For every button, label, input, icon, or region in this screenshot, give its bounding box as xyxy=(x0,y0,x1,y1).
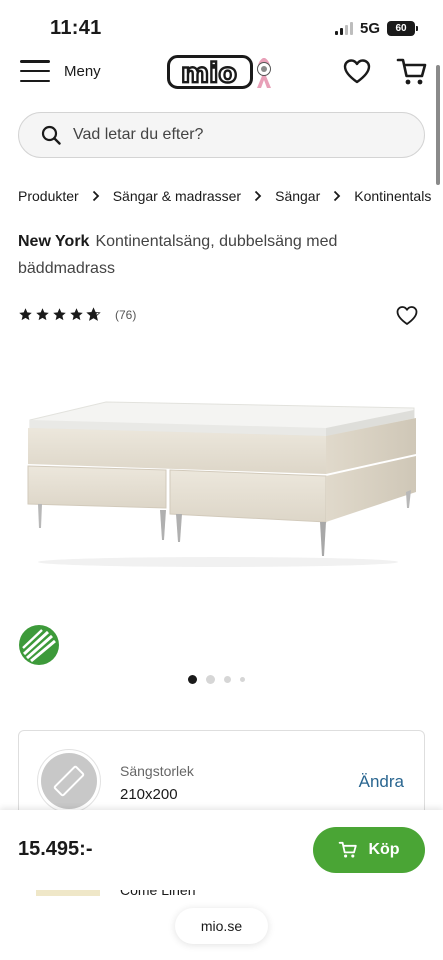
breadcrumb-item-beds-mattresses[interactable]: Sängar & madrasser xyxy=(113,188,241,204)
menu-button[interactable]: Meny xyxy=(20,60,101,82)
menu-label: Meny xyxy=(64,62,101,80)
buy-label: Köp xyxy=(368,841,400,858)
status-bar: 11:41 5G 60 xyxy=(0,0,443,52)
product-brand: New York xyxy=(18,233,90,250)
cart-icon[interactable] xyxy=(396,57,428,87)
chevron-right-icon xyxy=(333,190,341,202)
star-icon xyxy=(53,308,66,321)
breadcrumb: Produkter Sängar & madrasser Sängar Kont… xyxy=(18,188,443,204)
breadcrumb-item-beds[interactable]: Sängar xyxy=(275,188,320,204)
peek-text: Come Linen xyxy=(120,890,196,898)
signal-icon xyxy=(334,22,353,35)
star-icon xyxy=(36,308,49,321)
status-time: 11:41 xyxy=(50,17,102,39)
star-half-icon xyxy=(86,307,101,321)
change-size-link[interactable]: Ändra xyxy=(359,772,404,792)
nordic-swan-ecolabel-icon xyxy=(19,625,59,665)
mio-logo[interactable]: mio xyxy=(167,52,279,92)
pink-ribbon-icon xyxy=(257,58,271,88)
carousel-dot[interactable] xyxy=(224,676,231,683)
search-icon xyxy=(41,125,61,145)
product-title: New York Kontinentalsäng, dubbelsäng med … xyxy=(18,228,398,282)
carousel-dot[interactable] xyxy=(240,677,245,682)
carousel-dot[interactable] xyxy=(188,675,197,684)
star-icon xyxy=(19,308,32,321)
carousel-dot[interactable] xyxy=(206,675,215,684)
page-scrollbar[interactable] xyxy=(436,65,440,185)
size-thumbnail xyxy=(37,749,101,813)
wishlist-heart-icon[interactable] xyxy=(343,58,371,86)
network-type: 5G xyxy=(359,20,380,37)
battery-level: 60 xyxy=(395,23,407,34)
review-count: (76) xyxy=(115,307,137,322)
star-rating xyxy=(18,307,101,322)
search-bar[interactable] xyxy=(18,112,425,158)
battery-icon: 60 xyxy=(387,21,418,36)
cart-icon xyxy=(339,841,358,858)
buy-button[interactable]: Köp xyxy=(313,827,425,873)
bed-size-icon xyxy=(53,765,85,797)
search-input[interactable] xyxy=(73,126,393,144)
chevron-right-icon xyxy=(254,190,262,202)
carousel-pagination xyxy=(188,675,245,684)
sticky-purchase-bar: 15.495:- Köp xyxy=(0,810,443,890)
browser-url: mio.se xyxy=(200,918,243,934)
status-indicators: 5G 60 xyxy=(334,20,418,37)
logo-text: mio xyxy=(181,58,237,89)
browser-url-bar[interactable]: mio.se xyxy=(175,908,268,944)
size-value: 210x200 xyxy=(120,786,178,803)
product-wishlist-heart-icon[interactable] xyxy=(396,305,418,327)
size-label: Sängstorlek xyxy=(120,763,194,779)
chevron-right-icon xyxy=(92,190,100,202)
breadcrumb-item-continental[interactable]: Kontinentals xyxy=(354,188,431,204)
site-header: Meny mio xyxy=(0,52,443,92)
star-icon xyxy=(70,308,83,321)
peek-thumbnail xyxy=(36,890,100,896)
product-price: 15.495:- xyxy=(18,838,93,860)
product-image-bed[interactable] xyxy=(18,380,428,570)
hamburger-icon xyxy=(20,60,50,82)
product-rating[interactable]: (76) xyxy=(18,307,136,322)
breadcrumb-item-products[interactable]: Produkter xyxy=(18,188,79,204)
